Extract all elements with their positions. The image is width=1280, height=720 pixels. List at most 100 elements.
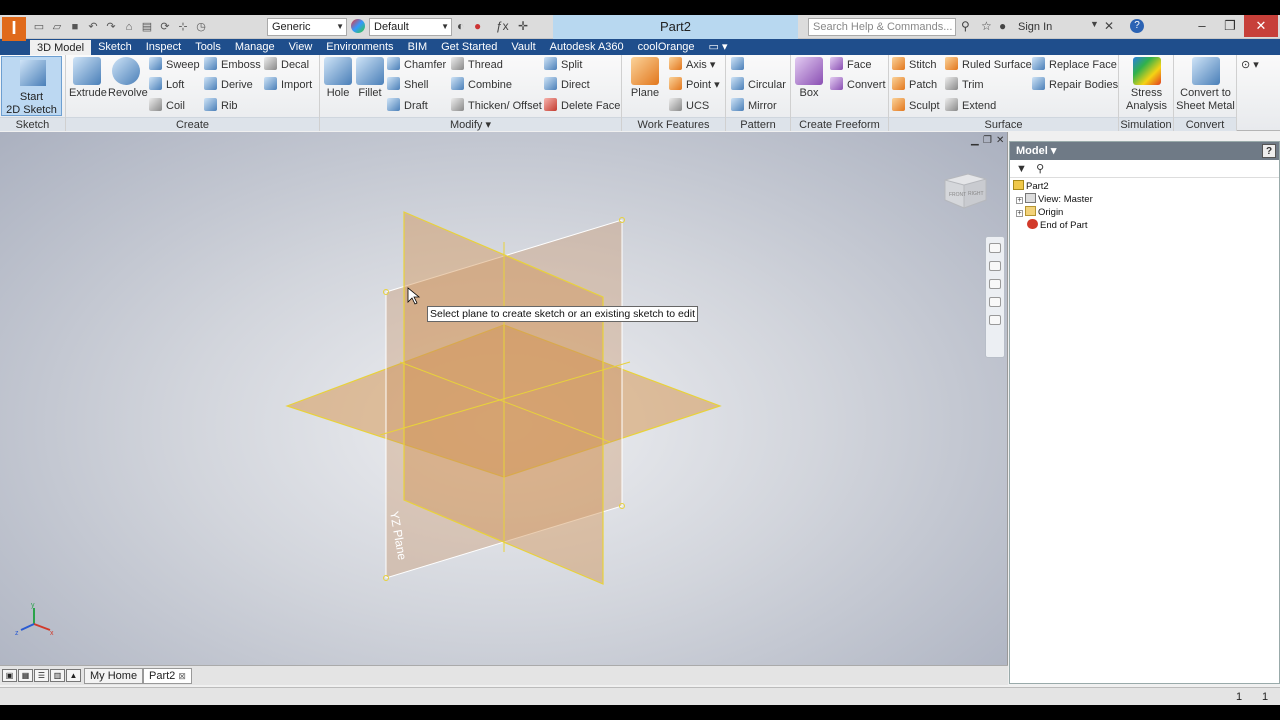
tab-coolorange[interactable]: coolOrange [631,39,702,55]
minimize-button[interactable]: – [1188,15,1216,37]
stress-analysis-button[interactable]: Stress Analysis [1121,57,1172,113]
tile-icon[interactable]: ▦ [18,669,33,682]
filter-icon[interactable]: ▼ [1016,163,1027,175]
material-dropdown[interactable]: Default ▼ [369,18,452,36]
tile-vertical-icon[interactable]: ▥ [50,669,65,682]
save-icon[interactable]: ■ [68,20,82,34]
sculpt-button[interactable]: Sculpt [892,97,940,115]
redo-icon[interactable]: ↷ [104,20,118,34]
ruled-surface-button[interactable]: Ruled Surface [945,56,1032,74]
delete-face-button[interactable]: Delete Face [544,97,620,115]
thicken-offset-button[interactable]: Thicken/ Offset [451,97,542,115]
combine-button[interactable]: Combine [451,76,512,94]
expand-icon[interactable]: + [1016,197,1023,204]
open-icon[interactable]: ▱ [50,20,64,34]
panel-label-modify[interactable]: Modify ▾ [320,117,621,131]
rectangular-pattern-button[interactable] [731,56,748,74]
new-icon[interactable]: ▭ [32,20,46,34]
coil-button[interactable]: Coil [149,97,185,115]
shell-button[interactable]: Shell [387,76,428,94]
help-icon[interactable]: ? [1130,19,1144,33]
repair-bodies-button[interactable]: Repair Bodies [1032,76,1118,94]
tree-node-view[interactable]: + View: Master [1013,193,1279,206]
convert-to-sheet-metal-button[interactable]: Convert to Sheet Metal [1176,57,1235,113]
color-wheel-icon[interactable] [351,19,365,33]
tree-node-origin[interactable]: + Origin [1013,206,1279,219]
tab-environments[interactable]: Environments [319,39,400,55]
pan-icon[interactable] [989,261,1001,271]
loft-button[interactable]: Loft [149,76,184,94]
browser-header[interactable]: Model ▾? [1010,142,1279,160]
extend-button[interactable]: Extend [945,97,996,115]
draft-button[interactable]: Draft [387,97,428,115]
tile-horizontal-icon[interactable]: ☰ [34,669,49,682]
fillet-button[interactable]: Fillet [355,57,385,100]
binoculars-icon[interactable]: ⚲ [961,19,970,33]
tab-3d-model[interactable]: 3D Model [30,39,92,55]
split-button[interactable]: Split [544,56,582,74]
select-icon[interactable]: ⊹ [176,20,190,34]
binoculars-icon[interactable]: ⚲ [1036,163,1044,175]
clear-override-icon[interactable]: ● [474,19,481,33]
rib-button[interactable]: Rib [204,97,238,115]
tab-sketch[interactable]: Sketch [91,39,139,55]
measure-icon[interactable]: ◷ [194,20,208,34]
graphics-viewport[interactable]: ▁ ❐ ✕ YZ Plane Select plane to create sk… [0,132,1008,665]
update-icon[interactable]: ⟳ [158,20,172,34]
ribbon-options-icon[interactable]: ▭ ▾ [702,39,735,55]
tab-view[interactable]: View [282,39,320,55]
parameters-icon[interactable]: ƒx [496,19,509,33]
close-button[interactable]: ✕ [1244,15,1278,37]
box-button[interactable]: Box [794,57,824,100]
hole-button[interactable]: Hole [323,57,353,100]
ribbon-expand-icon[interactable]: ⊙ ▾ [1241,56,1259,74]
application-menu-button[interactable]: I [2,17,26,41]
ucs-button[interactable]: UCS [669,97,709,115]
tab-get-started[interactable]: Get Started [434,39,504,55]
print-icon[interactable]: ▤ [140,20,154,34]
exchange-icon[interactable]: ✕ [1104,19,1114,33]
emboss-button[interactable]: Emboss [204,56,261,74]
star-icon[interactable]: ☆ [981,19,992,33]
undo-icon[interactable]: ↶ [86,20,100,34]
sign-in-link[interactable]: Sign In [1018,21,1052,33]
circular-button[interactable]: Circular [731,76,786,94]
tree-node-part[interactable]: Part2 [1013,180,1279,193]
decal-button[interactable]: Decal [264,56,309,74]
direct-button[interactable]: Direct [544,76,590,94]
stitch-button[interactable]: Stitch [892,56,937,74]
revolve-button[interactable]: Revolve [108,57,148,100]
point-button[interactable]: Point ▾ [669,76,720,94]
tab-vault[interactable]: Vault [504,39,542,55]
part2-tab[interactable]: Part2 ⊠ [143,668,192,684]
tab-manage[interactable]: Manage [228,39,282,55]
mirror-button[interactable]: Mirror [731,97,777,115]
steering-wheel-icon[interactable] [989,243,1001,253]
thread-button[interactable]: Thread [451,56,503,74]
expand-icon[interactable]: + [1016,210,1023,217]
tab-autodesk-a360[interactable]: Autodesk A360 [543,39,631,55]
zoom-icon[interactable] [989,279,1001,289]
patch-button[interactable]: Patch [892,76,937,94]
axis-button[interactable]: Axis ▾ [669,56,715,74]
search-input[interactable]: Search Help & Commands... [808,18,956,36]
convert-button[interactable]: Convert [830,76,886,94]
tab-bim[interactable]: BIM [401,39,435,55]
replace-face-button[interactable]: Replace Face [1032,56,1117,74]
home-icon[interactable]: ⌂ [122,20,136,34]
sweep-button[interactable]: Sweep [149,56,200,74]
chevron-down-icon[interactable]: ▼ [1090,19,1099,29]
appearance-dropdown[interactable]: Generic ▼ [267,18,347,36]
tab-inspect[interactable]: Inspect [139,39,188,55]
arrange-icon[interactable]: ▲ [66,669,81,682]
my-home-tab[interactable]: My Home [84,668,144,684]
derive-button[interactable]: Derive [204,76,253,94]
look-at-icon[interactable] [989,315,1001,325]
plane-button[interactable]: Plane [627,57,663,100]
viewcube[interactable]: FRONT RIGHT [942,168,988,212]
browser-help-icon[interactable]: ? [1262,144,1276,158]
maximize-button[interactable]: ❐ [1216,15,1244,37]
extrude-button[interactable]: Extrude [69,57,107,100]
tab-tools[interactable]: Tools [188,39,228,55]
cascade-icon[interactable]: ▣ [2,669,17,682]
